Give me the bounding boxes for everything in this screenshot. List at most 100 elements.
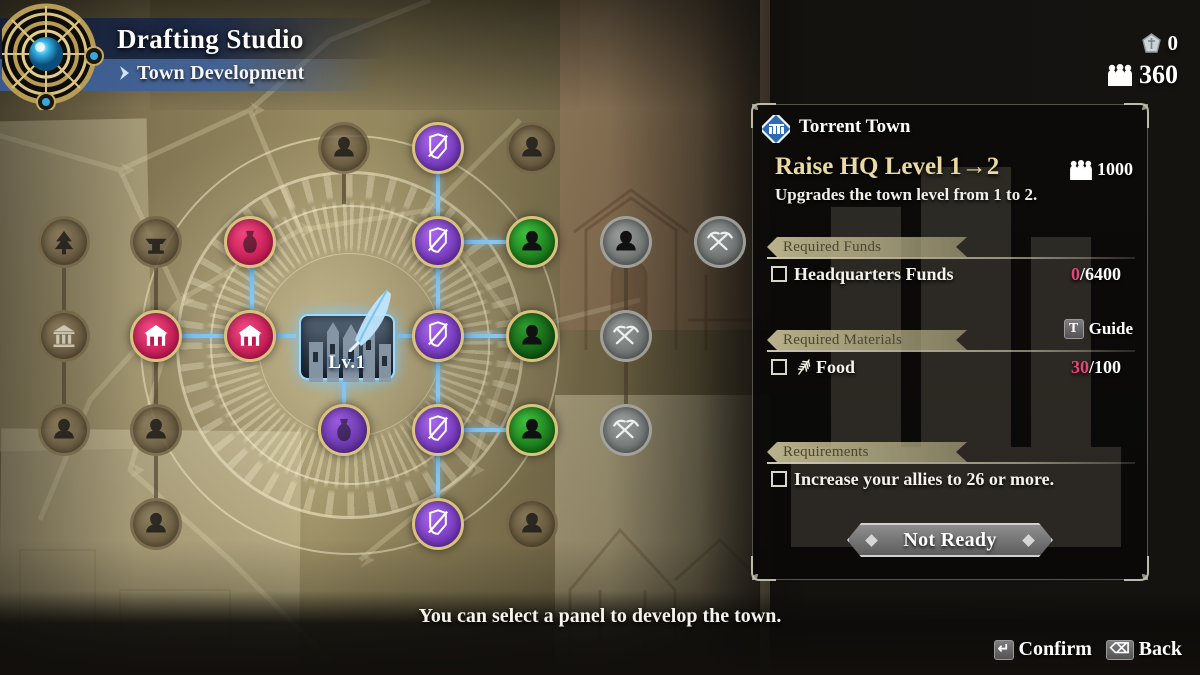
chevron-right-icon [120, 66, 129, 80]
confirm-label: Confirm [1018, 638, 1092, 660]
grid-link [436, 174, 440, 216]
quill-icon [347, 289, 391, 352]
grid-link [154, 268, 158, 310]
action-title: Raise HQ Level 1→2 [775, 153, 1000, 180]
bust-icon [146, 418, 166, 439]
grid-node-pickaxe[interactable] [600, 310, 652, 362]
grid-node-house[interactable] [130, 310, 182, 362]
diamond-ornament-icon [865, 534, 878, 547]
row-current: 30 [1070, 356, 1089, 377]
confirm-prompt[interactable]: ↵ Confirm [993, 638, 1092, 661]
backspace-key-icon: ⌫ [1105, 639, 1134, 660]
row-required: 6400 [1085, 263, 1121, 284]
requirement-row: Headquarters Funds 0/6400 [771, 261, 1135, 287]
row-current: 0 [1070, 263, 1080, 284]
bust-icon [522, 136, 542, 157]
hint-text: You can select a panel to develop the to… [418, 605, 782, 627]
grid-node-shield-slash[interactable] [412, 498, 464, 550]
grid-node-bust[interactable] [130, 498, 182, 550]
population-value: 360 [1139, 60, 1178, 89]
anvil-icon [145, 238, 167, 254]
grid-node-tree[interactable] [38, 216, 90, 268]
grid-link [342, 174, 346, 204]
bust-icon [616, 230, 636, 251]
breadcrumb: Town Development [137, 62, 305, 84]
town-name: Torrent Town [799, 116, 911, 137]
info-panel: Torrent Town Raise HQ Level 1→2 1000 Upg… [751, 103, 1149, 581]
grid-node-house[interactable] [224, 310, 276, 362]
bust-icon [334, 136, 354, 157]
grid-node-bust[interactable] [600, 216, 652, 268]
bust-icon [146, 512, 166, 533]
bust-icon [522, 324, 542, 345]
action-cost: 1000 [1069, 159, 1133, 180]
grid-node-anvil[interactable] [130, 216, 182, 268]
grid-node-bust[interactable] [38, 404, 90, 456]
population-icon [1070, 159, 1092, 180]
checkbox[interactable] [771, 471, 787, 487]
bust-icon [522, 512, 542, 533]
house-icon [238, 324, 262, 346]
shield-slash-icon [428, 321, 448, 347]
section-rule [767, 257, 1135, 259]
section-rule [767, 462, 1135, 464]
checkbox[interactable] [771, 359, 787, 375]
shield-slash-icon [428, 133, 448, 159]
shield-slash-icon [428, 415, 448, 441]
grid-node-vase[interactable] [224, 216, 276, 268]
section-label: Required Funds [767, 237, 967, 257]
tree-icon [54, 230, 74, 255]
grid-node-pickaxe[interactable] [694, 216, 746, 268]
requirement-row: Food 30/100 [771, 354, 1135, 380]
grid-node-pickaxe[interactable] [600, 404, 652, 456]
bust-icon [522, 418, 542, 439]
building-icon [53, 324, 75, 348]
grid-node-bust[interactable] [506, 216, 558, 268]
enter-key-icon: ↵ [993, 639, 1014, 660]
grid-node-bust[interactable] [506, 310, 558, 362]
grid-node-shield-slash[interactable] [412, 404, 464, 456]
page-title: Drafting Studio [117, 24, 304, 54]
grid-node-shield-slash[interactable] [412, 216, 464, 268]
grid-node-bust[interactable] [130, 404, 182, 456]
grid-node-bust[interactable] [506, 122, 558, 174]
grid-link [62, 362, 66, 404]
grid-link [250, 268, 254, 310]
grid-link [182, 334, 224, 338]
section-header-requirements: Requirements [767, 442, 1135, 464]
row-value: 0/6400 [1071, 264, 1121, 285]
row-required: 100 [1094, 356, 1121, 377]
status-button-label: Not Ready [903, 528, 997, 551]
grid-node-building[interactable] [38, 310, 90, 362]
checkbox[interactable] [771, 266, 787, 282]
pickaxe-icon [613, 419, 639, 439]
grid-link [436, 362, 440, 404]
house-icon [144, 324, 168, 346]
grid-node-bust[interactable] [506, 498, 558, 550]
grid-link [624, 268, 628, 310]
hq-node[interactable]: Lv.1 [285, 289, 409, 396]
action-cost-value: 1000 [1097, 159, 1133, 179]
grid-node-bust[interactable] [506, 404, 558, 456]
population-icon [1108, 64, 1132, 86]
bust-icon [54, 418, 74, 439]
grid-node-shield-slash[interactable] [412, 122, 464, 174]
button-prompts: ↵ Confirm ⌫ Back [993, 638, 1182, 661]
guide-label: Guide [1088, 319, 1133, 338]
back-prompt[interactable]: ⌫ Back [1105, 638, 1182, 661]
keyboard-key-icon: T [1063, 319, 1084, 339]
bust-icon [522, 230, 542, 251]
status-button[interactable]: Not Ready [847, 523, 1053, 557]
grid-node-vase[interactable] [318, 404, 370, 456]
row-label: Increase your allies to 26 or more. [794, 468, 1055, 489]
hq-level-label: Lv.1 [328, 352, 366, 373]
row-label: Food [816, 356, 856, 377]
grid-node-shield-slash[interactable] [412, 310, 464, 362]
guide-button[interactable]: T Guide [1063, 319, 1133, 339]
grid-link [624, 362, 628, 404]
grid-node-bust[interactable] [318, 122, 370, 174]
wheat-icon [797, 359, 811, 375]
grid-link [154, 362, 158, 404]
grid-link [464, 240, 506, 244]
population-counter: 360 [1107, 60, 1178, 90]
